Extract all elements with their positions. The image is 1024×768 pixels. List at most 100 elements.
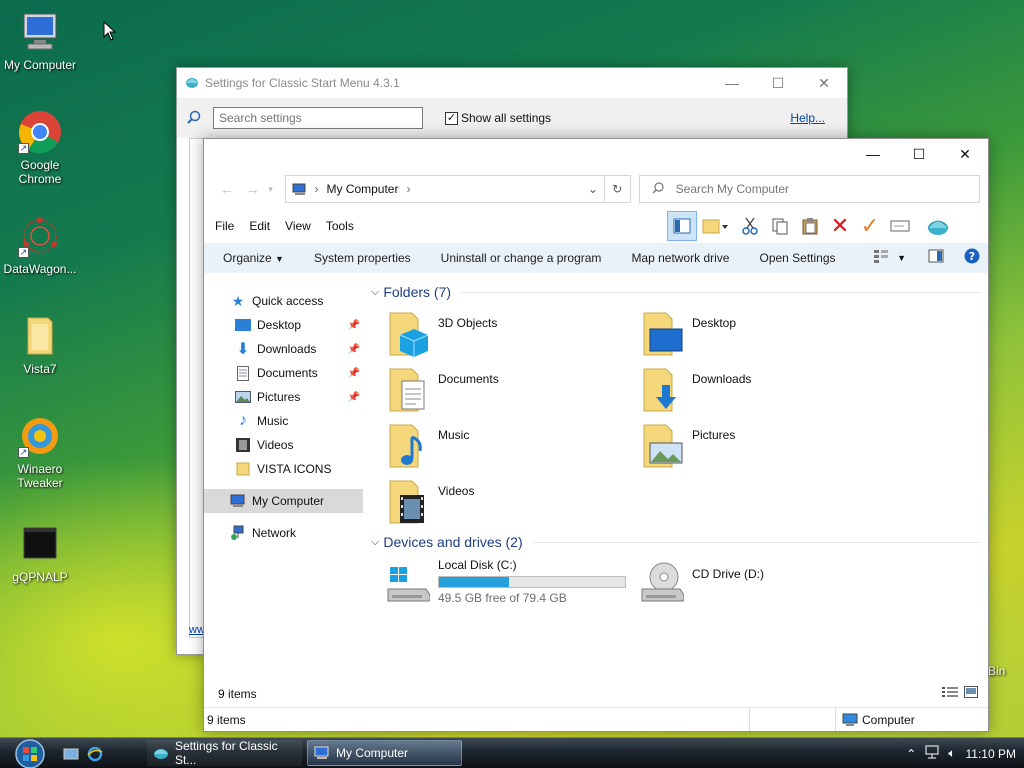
- explorer-window[interactable]: — ☐ ✕ ← → ▾ › My Computer › ⌄ ↻ Search M…: [203, 138, 989, 732]
- details-view-icon[interactable]: [942, 686, 958, 701]
- nav-my-computer[interactable]: My Computer: [204, 489, 363, 513]
- folders-group-header[interactable]: ⌵ Folders (7): [369, 281, 980, 303]
- folder-desktop[interactable]: Desktop: [640, 311, 880, 363]
- folder-downloads[interactable]: Downloads: [640, 367, 880, 419]
- chevron-down-icon: ⌵: [371, 535, 380, 548]
- menu-file[interactable]: File: [215, 219, 234, 233]
- status-location: Computer: [836, 713, 915, 727]
- large-icons-view-icon[interactable]: [964, 686, 978, 701]
- minimize-button[interactable]: —: [850, 139, 896, 169]
- change-view-icon[interactable]: [873, 249, 889, 266]
- address-bar[interactable]: › My Computer › ⌄: [285, 175, 605, 203]
- folder-options-icon[interactable]: [697, 211, 735, 241]
- menu-edit[interactable]: Edit: [249, 219, 270, 233]
- cut-icon[interactable]: [735, 211, 765, 241]
- search-icon: [652, 181, 664, 197]
- black-window-icon: [18, 522, 62, 566]
- nav-item-downloads[interactable]: ⬇ Downloads 📌: [204, 337, 366, 361]
- pin-icon: 📌: [347, 343, 360, 355]
- computer-icon: [314, 746, 329, 759]
- close-button[interactable]: ✕: [801, 68, 847, 98]
- drive-local-disk-c[interactable]: Local Disk (C:) 49.5 GB free of 79.4 GB: [386, 558, 636, 607]
- desktop-icon-google-chrome[interactable]: ↗ Google Chrome: [0, 110, 80, 186]
- delete-icon[interactable]: ✕: [825, 211, 855, 241]
- refresh-button[interactable]: ↻: [604, 175, 631, 203]
- nav-item-vista-icons[interactable]: VISTA ICONS: [204, 457, 366, 481]
- recent-dropdown-icon[interactable]: ▾: [264, 184, 278, 195]
- address-crumb[interactable]: My Computer: [326, 182, 398, 196]
- preview-pane-toggle-icon[interactable]: [928, 249, 944, 266]
- folder-3d-objects[interactable]: 3D Objects: [386, 311, 626, 363]
- search-my-computer-input[interactable]: Search My Computer: [638, 175, 981, 203]
- nav-label: Desktop: [257, 318, 302, 332]
- status-location-label: Computer: [862, 712, 915, 727]
- maximize-button[interactable]: ☐: [755, 68, 801, 98]
- explorer-titlebar[interactable]: — ☐ ✕: [204, 139, 988, 169]
- nav-label: Documents: [257, 366, 318, 380]
- start-button[interactable]: [9, 738, 51, 768]
- nav-item-pictures[interactable]: Pictures 📌: [204, 385, 366, 409]
- taskbar-item-settings[interactable]: Settings for Classic St...: [147, 739, 302, 767]
- menu-view[interactable]: View: [285, 219, 311, 233]
- chevron-down-icon[interactable]: ⌄: [588, 182, 598, 196]
- preview-pane-icon[interactable]: [667, 211, 697, 241]
- copy-icon[interactable]: [765, 211, 795, 241]
- folder-pictures[interactable]: Pictures: [640, 423, 880, 475]
- organize-button[interactable]: Organize ▼: [223, 251, 284, 265]
- nav-item-documents[interactable]: Documents 📌: [204, 361, 366, 385]
- help-link[interactable]: Help...: [790, 111, 825, 125]
- nav-item-videos[interactable]: Videos: [204, 433, 366, 457]
- nav-quick-access[interactable]: ★ Quick access: [204, 289, 366, 313]
- taskbar: Settings for Classic St... My Computer ⌃…: [0, 737, 1024, 768]
- shortcut-arrow-icon: ↗: [18, 447, 29, 458]
- view-dropdown-icon[interactable]: ▼: [897, 253, 906, 263]
- uninstall-program-button[interactable]: Uninstall or change a program: [441, 251, 602, 265]
- forward-arrow-icon[interactable]: →: [242, 181, 264, 197]
- nav-item-music[interactable]: ♪ Music: [204, 409, 366, 433]
- show-desktop-icon[interactable]: [63, 746, 79, 762]
- folder-videos[interactable]: Videos: [386, 479, 626, 531]
- network-tray-icon[interactable]: [924, 745, 940, 762]
- view-switcher: [942, 686, 978, 701]
- desktop-icon-label: Vista7: [23, 362, 57, 376]
- folder-documents[interactable]: Documents: [386, 367, 626, 419]
- help-icon[interactable]: ?: [964, 248, 980, 267]
- desktop-icon-vista7[interactable]: Vista7: [0, 314, 80, 376]
- open-settings-button[interactable]: Open Settings: [759, 251, 835, 265]
- content-area: ⌵ Folders (7) 3D Objects Desktop Documen…: [369, 281, 980, 671]
- computer-icon: [18, 10, 62, 54]
- maximize-button[interactable]: ☐: [896, 139, 942, 169]
- rename-icon[interactable]: [885, 211, 915, 241]
- taskbar-item-my-computer[interactable]: My Computer: [307, 740, 462, 766]
- paste-icon[interactable]: [795, 211, 825, 241]
- document-icon: [235, 365, 251, 381]
- minimize-button[interactable]: —: [709, 68, 755, 98]
- close-button[interactable]: ✕: [942, 139, 988, 169]
- map-network-drive-button[interactable]: Map network drive: [631, 251, 729, 265]
- desktop-icon-winaero-tweaker[interactable]: ↗ Winaero Tweaker: [0, 414, 80, 490]
- drive-cd-d[interactable]: CD Drive (D:): [640, 559, 880, 611]
- devices-group-header[interactable]: ⌵ Devices and drives (2): [369, 531, 980, 553]
- desktop-icon-gqpnalp[interactable]: gQPNALP: [0, 522, 80, 584]
- group-header-label: Devices and drives (2): [383, 534, 523, 550]
- settings-titlebar[interactable]: Settings for Classic Start Menu 4.3.1 — …: [177, 68, 847, 98]
- system-properties-button[interactable]: System properties: [314, 251, 411, 265]
- clock[interactable]: 11:10 PM: [966, 747, 1016, 761]
- folder-music[interactable]: Music: [386, 423, 626, 475]
- menu-tools[interactable]: Tools: [326, 219, 354, 233]
- desktop-icon-datawagon[interactable]: ↗ DataWagon...: [0, 214, 80, 276]
- internet-explorer-icon[interactable]: [87, 746, 103, 762]
- desktop-icon-my-computer[interactable]: My Computer: [0, 10, 80, 72]
- tile-label: Desktop: [692, 316, 737, 330]
- chevron-up-icon[interactable]: ⌃: [906, 747, 916, 761]
- chevron-right-icon[interactable]: ›: [406, 182, 410, 196]
- checkmark-properties-icon[interactable]: ✓: [855, 211, 885, 241]
- nav-network[interactable]: Network: [204, 521, 366, 545]
- settings-window-title: Settings for Classic Start Menu 4.3.1: [205, 76, 400, 90]
- nav-item-desktop[interactable]: Desktop 📌: [204, 313, 366, 337]
- settings-search-input[interactable]: [213, 107, 423, 129]
- back-arrow-icon[interactable]: ←: [212, 181, 242, 197]
- volume-icon[interactable]: 🔈︎: [948, 746, 955, 761]
- classic-shell-icon[interactable]: [923, 211, 953, 241]
- show-all-settings-checkbox[interactable]: ✓ Show all settings: [445, 111, 551, 125]
